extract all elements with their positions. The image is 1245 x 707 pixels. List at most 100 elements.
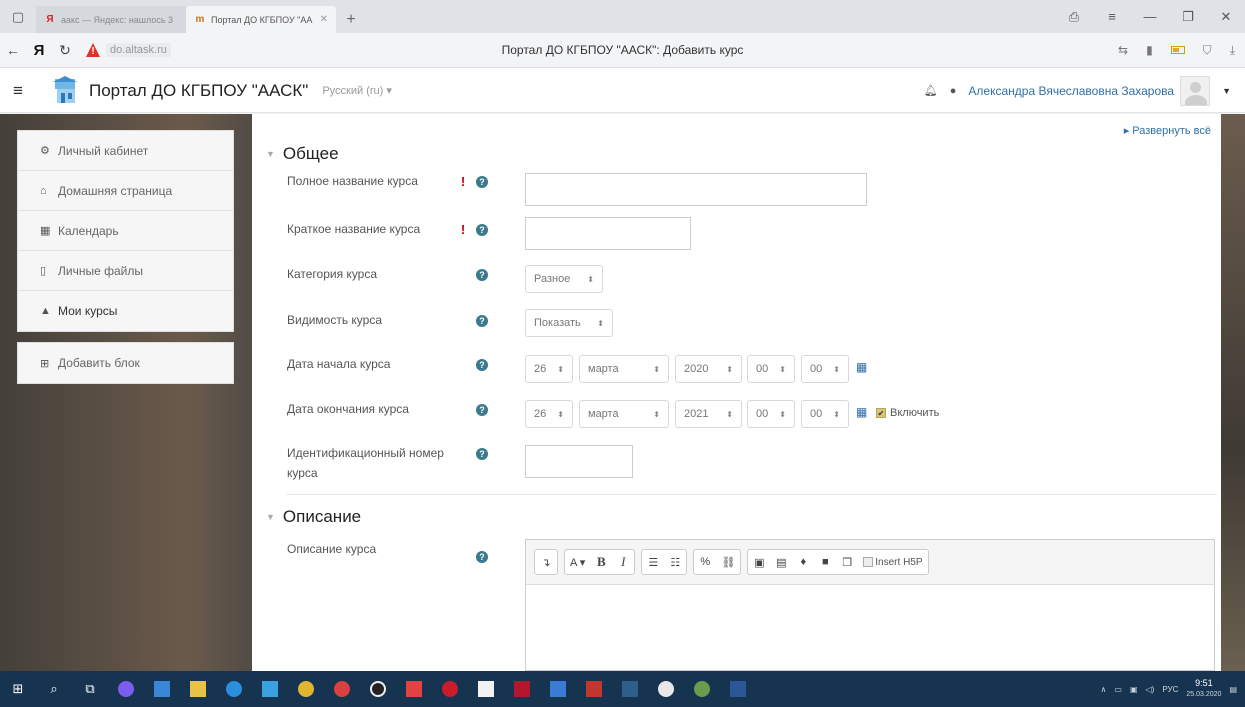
- end-month-select[interactable]: марта ⬍: [579, 400, 669, 428]
- red-app-icon[interactable]: [324, 671, 360, 707]
- record-video-icon[interactable]: ■: [814, 550, 836, 574]
- help-icon[interactable]: ?: [476, 359, 488, 371]
- tabs-menu-icon[interactable]: ▢: [0, 0, 36, 33]
- add-block-button[interactable]: ⊞ Добавить блок: [18, 343, 233, 383]
- sidebar-item-my-courses[interactable]: ▲ Мои курсы: [18, 291, 233, 331]
- reader-icon[interactable]: ▮: [1146, 43, 1153, 57]
- fullname-input[interactable]: [525, 173, 867, 206]
- counter-app-icon[interactable]: [612, 671, 648, 707]
- url-field[interactable]: ! do.altask.ru: [86, 43, 171, 57]
- alice-icon[interactable]: [108, 671, 144, 707]
- yandex-home-icon[interactable]: Я: [26, 42, 52, 59]
- browser-tab-yandex[interactable]: Я аакс — Яндекс: нашлось 3: [36, 6, 186, 33]
- tray-expand-icon[interactable]: ∧: [1101, 685, 1107, 694]
- close-tab-icon[interactable]: ✕: [320, 14, 328, 25]
- shortname-input[interactable]: [525, 217, 691, 250]
- language-menu[interactable]: Русский (ru) ▾: [322, 84, 392, 97]
- end-hour-select[interactable]: 00 ⬍: [747, 400, 795, 428]
- link-icon[interactable]: %: [694, 550, 716, 574]
- browser-tab-portal[interactable]: m Портал ДО КГБПОУ "АА ✕: [186, 6, 336, 33]
- unlink-icon[interactable]: ⛓: [716, 550, 740, 574]
- edge-icon[interactable]: [216, 671, 252, 707]
- minimize-icon[interactable]: —: [1131, 9, 1169, 24]
- obs-icon[interactable]: [360, 671, 396, 707]
- toolbar-toggle-icon[interactable]: ↴: [535, 550, 557, 574]
- help-icon[interactable]: ?: [476, 269, 488, 281]
- translate-icon[interactable]: ⇆: [1118, 43, 1128, 57]
- section-general-header[interactable]: ▼ Общее: [266, 144, 339, 164]
- avatar[interactable]: [1180, 75, 1211, 106]
- app-icon[interactable]: [144, 671, 180, 707]
- site-logo-icon[interactable]: [49, 75, 83, 107]
- clock[interactable]: 9:51 25.03.2020: [1186, 678, 1221, 700]
- yandex-browser-icon[interactable]: [648, 671, 684, 707]
- reload-icon[interactable]: ↻: [52, 42, 78, 59]
- photo-app-icon[interactable]: [576, 671, 612, 707]
- end-minute-select[interactable]: 00 ⬍: [801, 400, 849, 428]
- section-description-header[interactable]: ▼ Описание: [266, 507, 361, 527]
- start-minute-select[interactable]: 00 ⬍: [801, 355, 849, 383]
- menu-icon[interactable]: ≡: [1093, 9, 1131, 24]
- task-view-icon[interactable]: ⧉: [72, 671, 108, 707]
- start-calendar-icon[interactable]: ▦: [856, 360, 867, 374]
- hamburger-menu-icon[interactable]: ≡: [13, 81, 35, 101]
- sidebar-item-dashboard[interactable]: ⚙ Личный кабинет: [18, 131, 233, 171]
- checkbox-checked-icon[interactable]: ✔: [876, 408, 886, 418]
- close-window-icon[interactable]: ✕: [1207, 9, 1245, 25]
- site-name[interactable]: Портал ДО КГБПОУ "ААСК": [89, 81, 308, 101]
- network-icon[interactable]: ▭: [1114, 685, 1122, 694]
- chrome-icon[interactable]: [288, 671, 324, 707]
- user-name[interactable]: Александра Вячеславовна Захарова: [968, 84, 1174, 98]
- notepad-icon[interactable]: [468, 671, 504, 707]
- messages-icon[interactable]: ●: [950, 85, 957, 97]
- shield-icon[interactable]: ▣: [1130, 685, 1138, 694]
- unordered-list-icon[interactable]: ☰: [642, 550, 664, 574]
- download-icon[interactable]: ⤓: [1230, 43, 1235, 58]
- notifications-icon[interactable]: 🔔︎: [924, 84, 938, 97]
- insecure-warning-icon[interactable]: !: [86, 43, 100, 57]
- help-icon[interactable]: ?: [476, 404, 488, 416]
- notifications-center-icon[interactable]: ▤: [1229, 685, 1237, 694]
- help-icon[interactable]: ?: [476, 315, 488, 327]
- back-icon[interactable]: ←: [0, 42, 26, 58]
- sidebar-item-home[interactable]: ⌂ Домашняя страница: [18, 171, 233, 211]
- start-hour-select[interactable]: 00 ⬍: [747, 355, 795, 383]
- books-icon[interactable]: [504, 671, 540, 707]
- user-menu-caret-icon[interactable]: ▼: [1222, 86, 1231, 96]
- media-icon[interactable]: ▤: [770, 550, 792, 574]
- start-day-select[interactable]: 26 ⬍: [525, 355, 573, 383]
- explorer-icon[interactable]: [180, 671, 216, 707]
- italic-button[interactable]: I: [612, 550, 634, 574]
- restore-icon[interactable]: ❐: [1169, 9, 1207, 25]
- record-audio-icon[interactable]: ♦: [792, 550, 814, 574]
- category-select[interactable]: Разное ⬍: [525, 265, 603, 293]
- volume-icon[interactable]: ◁): [1146, 685, 1155, 694]
- yandex-app-icon[interactable]: [396, 671, 432, 707]
- tool-icon[interactable]: [540, 671, 576, 707]
- bold-button[interactable]: B: [590, 550, 612, 574]
- mail-icon[interactable]: [252, 671, 288, 707]
- help-icon[interactable]: ?: [476, 551, 488, 563]
- end-calendar-icon[interactable]: ▦: [856, 405, 867, 419]
- enable-enddate-checkbox[interactable]: ✔ Включить: [876, 407, 939, 419]
- input-language[interactable]: РУС: [1162, 685, 1178, 694]
- idnumber-input[interactable]: [525, 445, 633, 478]
- insert-h5p-button[interactable]: Insert H5P: [858, 550, 927, 574]
- help-icon[interactable]: ?: [476, 176, 488, 188]
- bookmark-icon[interactable]: ⎙: [1055, 9, 1093, 25]
- sidebar-item-calendar[interactable]: ▦ Календарь: [18, 211, 233, 251]
- font-style-button[interactable]: A ▾: [565, 550, 590, 574]
- protect-icon[interactable]: ⛉: [1203, 43, 1212, 58]
- start-year-select[interactable]: 2020 ⬍: [675, 355, 742, 383]
- end-year-select[interactable]: 2021 ⬍: [675, 400, 742, 428]
- ordered-list-icon[interactable]: ☷: [664, 550, 686, 574]
- search-icon[interactable]: ⌕: [36, 671, 72, 707]
- help-icon[interactable]: ?: [476, 224, 488, 236]
- new-tab-icon[interactable]: +: [336, 6, 366, 33]
- word-icon[interactable]: [720, 671, 756, 707]
- image-icon[interactable]: ▣: [748, 550, 770, 574]
- end-day-select[interactable]: 26 ⬍: [525, 400, 573, 428]
- opera-icon[interactable]: [432, 671, 468, 707]
- manage-files-icon[interactable]: ❐: [836, 550, 858, 574]
- media-app-icon[interactable]: [684, 671, 720, 707]
